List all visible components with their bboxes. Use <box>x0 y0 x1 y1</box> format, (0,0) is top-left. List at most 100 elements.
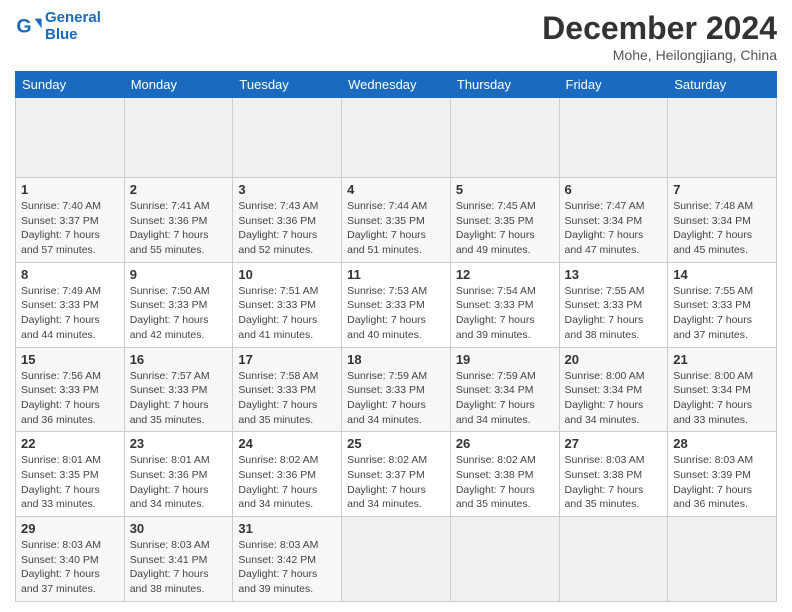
calendar-cell: 21 Sunrise: 8:00 AMSunset: 3:34 PMDaylig… <box>668 347 777 432</box>
day-number: 19 <box>456 352 554 367</box>
header: G General Blue December 2024 Mohe, Heilo… <box>15 10 777 63</box>
day-number: 20 <box>565 352 663 367</box>
logo: G General Blue <box>15 10 101 43</box>
calendar-cell <box>450 98 559 178</box>
day-detail: Sunrise: 7:53 AMSunset: 3:33 PMDaylight:… <box>347 284 445 343</box>
logo-icon: G <box>15 13 43 41</box>
weekday-header-friday: Friday <box>559 72 668 98</box>
day-number: 28 <box>673 436 771 451</box>
calendar-cell <box>124 98 233 178</box>
day-number: 17 <box>238 352 336 367</box>
day-detail: Sunrise: 7:59 AMSunset: 3:33 PMDaylight:… <box>347 369 445 428</box>
calendar-cell: 26 Sunrise: 8:02 AMSunset: 3:38 PMDaylig… <box>450 432 559 517</box>
calendar-cell: 8 Sunrise: 7:49 AMSunset: 3:33 PMDayligh… <box>16 262 125 347</box>
location: Mohe, Heilongjiang, China <box>542 47 777 63</box>
day-number: 2 <box>130 182 228 197</box>
calendar-cell: 20 Sunrise: 8:00 AMSunset: 3:34 PMDaylig… <box>559 347 668 432</box>
calendar-cell <box>559 98 668 178</box>
day-number: 7 <box>673 182 771 197</box>
day-number: 21 <box>673 352 771 367</box>
day-detail: Sunrise: 8:03 AMSunset: 3:39 PMDaylight:… <box>673 453 771 512</box>
day-detail: Sunrise: 8:02 AMSunset: 3:36 PMDaylight:… <box>238 453 336 512</box>
calendar-cell <box>668 98 777 178</box>
day-detail: Sunrise: 7:58 AMSunset: 3:33 PMDaylight:… <box>238 369 336 428</box>
calendar-cell: 27 Sunrise: 8:03 AMSunset: 3:38 PMDaylig… <box>559 432 668 517</box>
day-detail: Sunrise: 8:00 AMSunset: 3:34 PMDaylight:… <box>565 369 663 428</box>
calendar-cell: 13 Sunrise: 7:55 AMSunset: 3:33 PMDaylig… <box>559 262 668 347</box>
day-number: 27 <box>565 436 663 451</box>
title-area: December 2024 Mohe, Heilongjiang, China <box>542 10 777 63</box>
calendar-cell: 22 Sunrise: 8:01 AMSunset: 3:35 PMDaylig… <box>16 432 125 517</box>
calendar-cell <box>559 517 668 602</box>
day-number: 24 <box>238 436 336 451</box>
day-number: 16 <box>130 352 228 367</box>
day-detail: Sunrise: 8:03 AMSunset: 3:41 PMDaylight:… <box>130 538 228 597</box>
calendar-cell: 10 Sunrise: 7:51 AMSunset: 3:33 PMDaylig… <box>233 262 342 347</box>
day-detail: Sunrise: 8:02 AMSunset: 3:37 PMDaylight:… <box>347 453 445 512</box>
day-number: 11 <box>347 267 445 282</box>
calendar-cell: 25 Sunrise: 8:02 AMSunset: 3:37 PMDaylig… <box>342 432 451 517</box>
calendar-cell: 30 Sunrise: 8:03 AMSunset: 3:41 PMDaylig… <box>124 517 233 602</box>
weekday-header-sunday: Sunday <box>16 72 125 98</box>
day-detail: Sunrise: 8:03 AMSunset: 3:42 PMDaylight:… <box>238 538 336 597</box>
day-detail: Sunrise: 7:59 AMSunset: 3:34 PMDaylight:… <box>456 369 554 428</box>
calendar-cell: 1 Sunrise: 7:40 AMSunset: 3:37 PMDayligh… <box>16 178 125 263</box>
calendar-cell: 4 Sunrise: 7:44 AMSunset: 3:35 PMDayligh… <box>342 178 451 263</box>
day-detail: Sunrise: 7:56 AMSunset: 3:33 PMDaylight:… <box>21 369 119 428</box>
day-detail: Sunrise: 8:03 AMSunset: 3:38 PMDaylight:… <box>565 453 663 512</box>
weekday-header-tuesday: Tuesday <box>233 72 342 98</box>
day-number: 14 <box>673 267 771 282</box>
day-detail: Sunrise: 7:50 AMSunset: 3:33 PMDaylight:… <box>130 284 228 343</box>
day-detail: Sunrise: 7:45 AMSunset: 3:35 PMDaylight:… <box>456 199 554 258</box>
day-detail: Sunrise: 7:40 AMSunset: 3:37 PMDaylight:… <box>21 199 119 258</box>
page-container: G General Blue December 2024 Mohe, Heilo… <box>0 0 792 612</box>
day-number: 6 <box>565 182 663 197</box>
calendar-cell: 24 Sunrise: 8:02 AMSunset: 3:36 PMDaylig… <box>233 432 342 517</box>
day-detail: Sunrise: 7:49 AMSunset: 3:33 PMDaylight:… <box>21 284 119 343</box>
weekday-header-saturday: Saturday <box>668 72 777 98</box>
calendar-cell: 28 Sunrise: 8:03 AMSunset: 3:39 PMDaylig… <box>668 432 777 517</box>
day-number: 10 <box>238 267 336 282</box>
day-detail: Sunrise: 8:01 AMSunset: 3:35 PMDaylight:… <box>21 453 119 512</box>
day-detail: Sunrise: 7:55 AMSunset: 3:33 PMDaylight:… <box>565 284 663 343</box>
day-detail: Sunrise: 7:43 AMSunset: 3:36 PMDaylight:… <box>238 199 336 258</box>
day-number: 18 <box>347 352 445 367</box>
weekday-header-thursday: Thursday <box>450 72 559 98</box>
day-detail: Sunrise: 7:55 AMSunset: 3:33 PMDaylight:… <box>673 284 771 343</box>
weekday-header-wednesday: Wednesday <box>342 72 451 98</box>
day-number: 12 <box>456 267 554 282</box>
day-detail: Sunrise: 8:01 AMSunset: 3:36 PMDaylight:… <box>130 453 228 512</box>
calendar-cell: 9 Sunrise: 7:50 AMSunset: 3:33 PMDayligh… <box>124 262 233 347</box>
calendar-cell: 31 Sunrise: 8:03 AMSunset: 3:42 PMDaylig… <box>233 517 342 602</box>
day-detail: Sunrise: 8:03 AMSunset: 3:40 PMDaylight:… <box>21 538 119 597</box>
calendar-cell: 17 Sunrise: 7:58 AMSunset: 3:33 PMDaylig… <box>233 347 342 432</box>
day-number: 22 <box>21 436 119 451</box>
calendar-cell: 18 Sunrise: 7:59 AMSunset: 3:33 PMDaylig… <box>342 347 451 432</box>
calendar-cell: 6 Sunrise: 7:47 AMSunset: 3:34 PMDayligh… <box>559 178 668 263</box>
calendar-cell: 5 Sunrise: 7:45 AMSunset: 3:35 PMDayligh… <box>450 178 559 263</box>
calendar-cell: 16 Sunrise: 7:57 AMSunset: 3:33 PMDaylig… <box>124 347 233 432</box>
day-number: 5 <box>456 182 554 197</box>
calendar-cell: 7 Sunrise: 7:48 AMSunset: 3:34 PMDayligh… <box>668 178 777 263</box>
calendar-cell: 29 Sunrise: 8:03 AMSunset: 3:40 PMDaylig… <box>16 517 125 602</box>
day-number: 3 <box>238 182 336 197</box>
day-detail: Sunrise: 7:57 AMSunset: 3:33 PMDaylight:… <box>130 369 228 428</box>
calendar-cell: 11 Sunrise: 7:53 AMSunset: 3:33 PMDaylig… <box>342 262 451 347</box>
day-detail: Sunrise: 7:41 AMSunset: 3:36 PMDaylight:… <box>130 199 228 258</box>
day-number: 4 <box>347 182 445 197</box>
calendar-cell <box>342 517 451 602</box>
calendar-cell: 2 Sunrise: 7:41 AMSunset: 3:36 PMDayligh… <box>124 178 233 263</box>
day-detail: Sunrise: 7:47 AMSunset: 3:34 PMDaylight:… <box>565 199 663 258</box>
calendar-cell: 19 Sunrise: 7:59 AMSunset: 3:34 PMDaylig… <box>450 347 559 432</box>
calendar-table: SundayMondayTuesdayWednesdayThursdayFrid… <box>15 71 777 602</box>
day-number: 25 <box>347 436 445 451</box>
weekday-header-monday: Monday <box>124 72 233 98</box>
day-detail: Sunrise: 8:00 AMSunset: 3:34 PMDaylight:… <box>673 369 771 428</box>
day-detail: Sunrise: 7:51 AMSunset: 3:33 PMDaylight:… <box>238 284 336 343</box>
calendar-cell <box>16 98 125 178</box>
day-detail: Sunrise: 8:02 AMSunset: 3:38 PMDaylight:… <box>456 453 554 512</box>
day-number: 13 <box>565 267 663 282</box>
svg-text:G: G <box>16 15 31 37</box>
calendar-cell: 14 Sunrise: 7:55 AMSunset: 3:33 PMDaylig… <box>668 262 777 347</box>
calendar-cell: 23 Sunrise: 8:01 AMSunset: 3:36 PMDaylig… <box>124 432 233 517</box>
